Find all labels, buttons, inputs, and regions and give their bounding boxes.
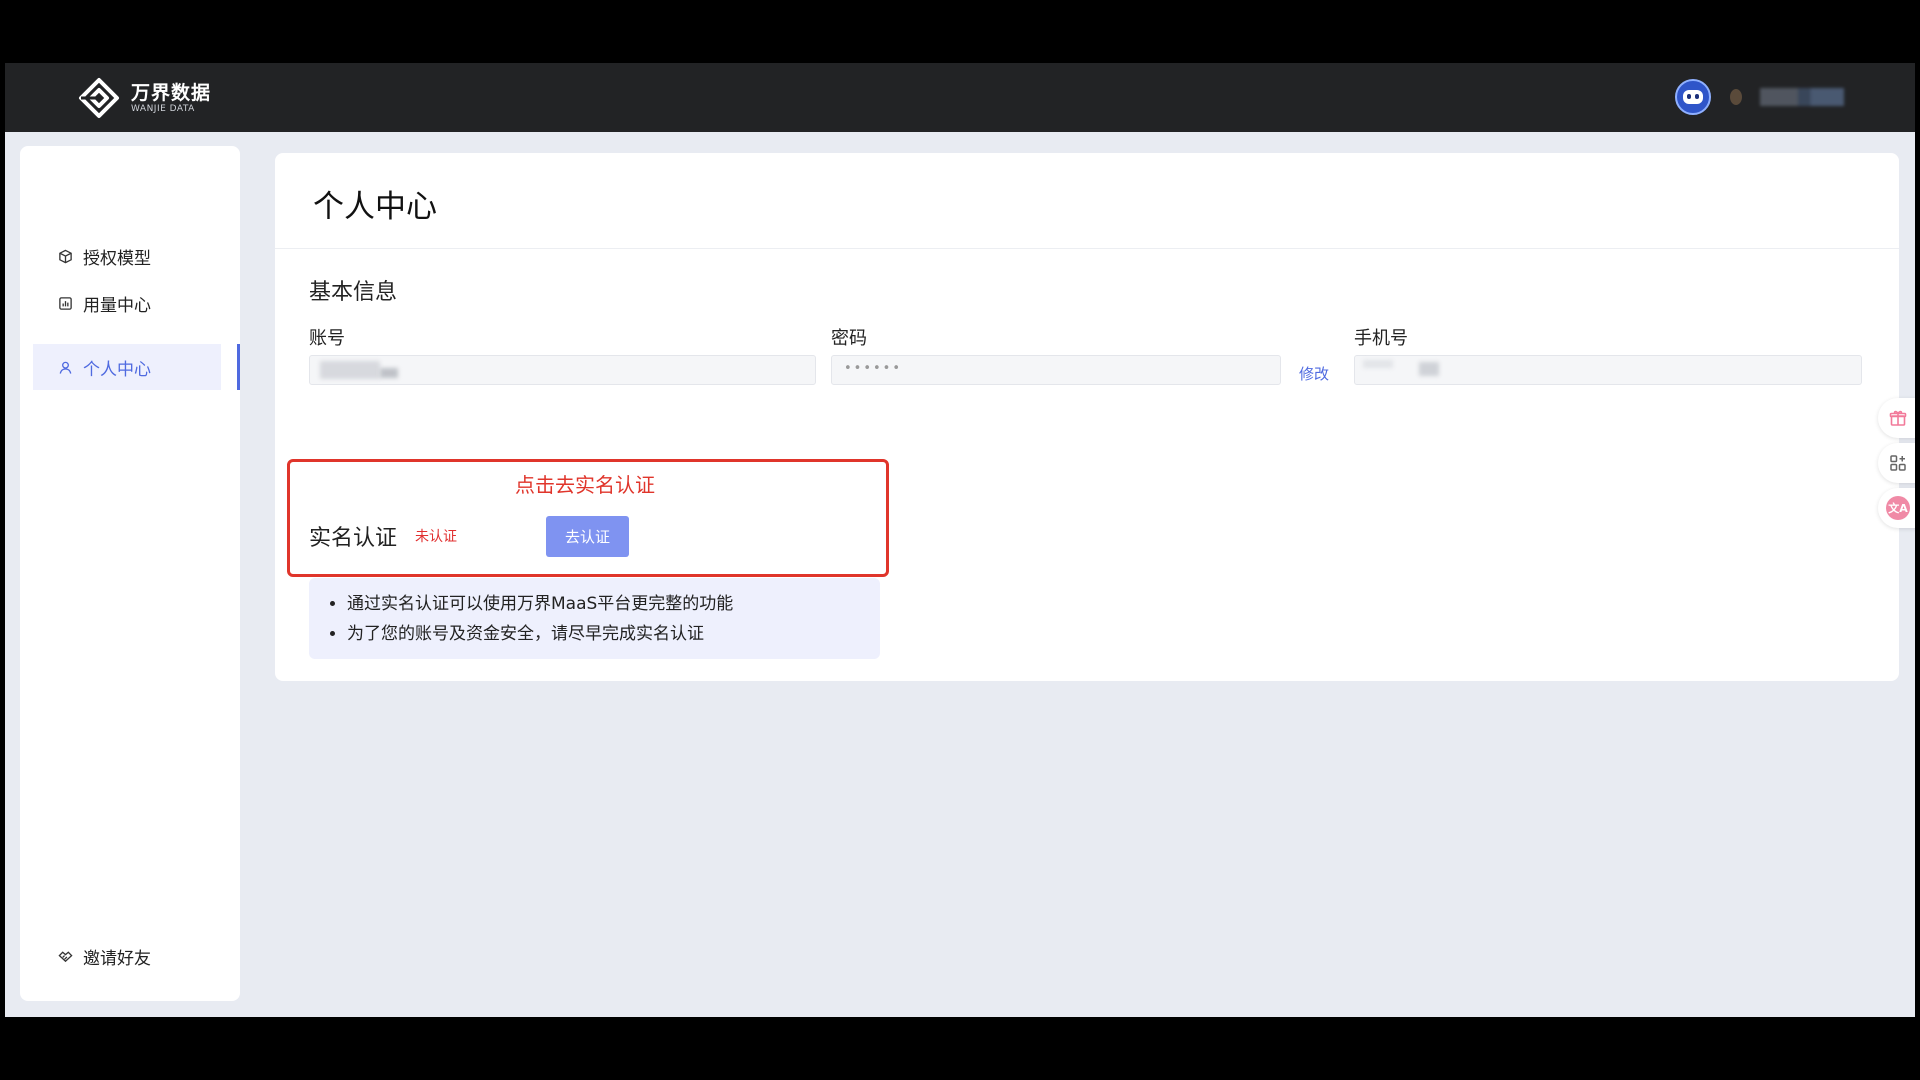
top-bar: 万界数据 WANJIE DATA <box>5 63 1915 132</box>
sidebar-active-indicator <box>237 344 240 390</box>
brand-name: 万界数据 <box>131 81 212 104</box>
user-avatar[interactable] <box>1675 79 1711 115</box>
password-value: •••••• <box>844 361 903 376</box>
chart-icon <box>57 295 73 311</box>
sidebar-item-usage-center[interactable]: 用量中心 <box>33 280 221 326</box>
brand-logo[interactable]: 万界数据 WANJIE DATA <box>77 76 211 120</box>
sidebar-item-label: 授权模型 <box>83 248 151 269</box>
phone-field[interactable] <box>1354 355 1862 385</box>
brand-logo-icon <box>79 78 119 118</box>
sidebar-item-authorized-models[interactable]: 授权模型 <box>33 233 221 279</box>
translate-icon: 文A <box>1886 496 1910 520</box>
gift-button[interactable] <box>1878 398 1915 438</box>
edit-password-link[interactable]: 修改 <box>1299 363 1329 384</box>
sidebar-invite-friends[interactable]: 邀请好友 <box>33 933 221 979</box>
password-field[interactable]: •••••• <box>831 355 1281 385</box>
robot-icon <box>1683 90 1703 104</box>
user-status-dot <box>1730 89 1742 105</box>
phone-label: 手机号 <box>1354 328 1408 349</box>
apps-button[interactable] <box>1878 443 1915 483</box>
tip-item: 为了您的账号及资金安全，请尽早完成实名认证 <box>347 619 880 649</box>
handshake-icon <box>57 948 73 964</box>
cube-icon <box>57 248 73 264</box>
page-title: 个人中心 <box>313 189 437 225</box>
sidebar-item-label: 邀请好友 <box>83 948 151 969</box>
sidebar-item-label: 个人中心 <box>83 359 151 380</box>
phone-value-redacted <box>1363 360 1393 368</box>
apps-icon <box>1890 455 1906 471</box>
account-label: 账号 <box>309 328 345 349</box>
sidebar-item-personal-center[interactable]: 个人中心 <box>33 344 221 390</box>
personal-center-card: 个人中心 基本信息 账号 密码 •••••• 修改 手机号 实名认证 未认证 去… <box>275 153 1899 681</box>
account-field[interactable] <box>309 355 816 385</box>
password-label: 密码 <box>831 328 867 349</box>
account-value-redacted <box>320 361 380 379</box>
app-window: 万界数据 WANJIE DATA 授权模型 用量中心 用量管理 <box>5 63 1915 1017</box>
translate-button[interactable]: 文A <box>1878 488 1915 528</box>
gift-icon <box>1889 410 1907 426</box>
phone-value-redacted-2 <box>1419 362 1439 376</box>
account-value-redacted-2 <box>380 368 398 378</box>
realname-tips: 通过实名认证可以使用万界MaaS平台更完整的功能 为了您的账号及资金安全，请尽早… <box>309 578 880 659</box>
annotation-text: 点击去实名认证 <box>515 473 655 497</box>
sidebar-item-label: 用量中心 <box>83 295 151 316</box>
sidebar: 授权模型 用量中心 用量管理 个人中心 邀请好友 <box>20 146 240 1001</box>
tip-item: 通过实名认证可以使用万界MaaS平台更完整的功能 <box>347 589 880 619</box>
title-divider <box>275 248 1899 249</box>
user-name-redacted[interactable] <box>1760 88 1844 106</box>
brand-subtitle: WANJIE DATA <box>131 103 195 114</box>
basic-info-title: 基本信息 <box>309 280 398 305</box>
user-icon <box>57 359 73 375</box>
